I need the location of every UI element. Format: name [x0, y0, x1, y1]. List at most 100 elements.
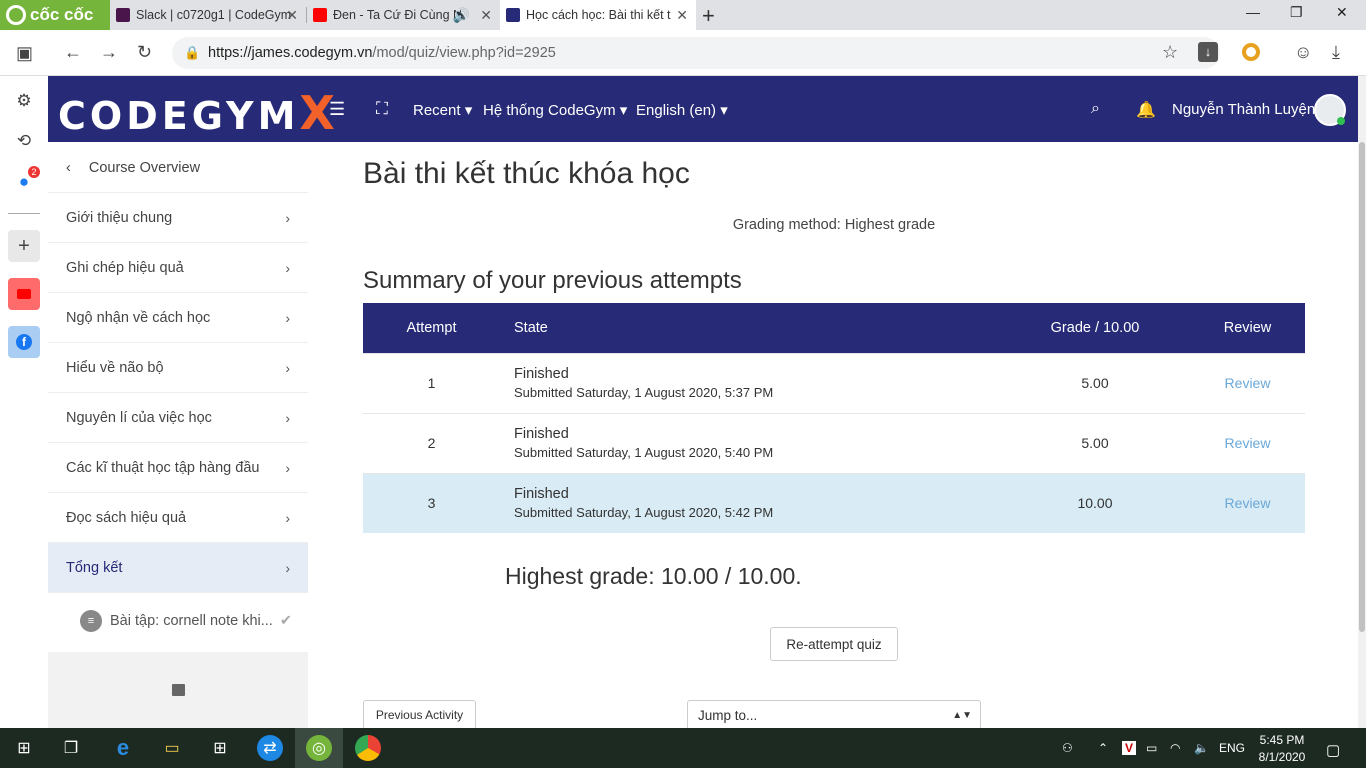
drawer-item-active[interactable]: Tổng kết › — [48, 543, 308, 593]
attempt-number: 3 — [363, 472, 500, 533]
tab-quiz[interactable]: Học cách học: Bài thi kết t ✕ — [500, 0, 696, 30]
nav-recent[interactable]: Recent ▾ — [413, 101, 472, 119]
attempts-table: Attempt State Grade / 10.00 Review 1 Fin… — [363, 303, 1305, 533]
speaker-icon[interactable]: 🔊 — [453, 7, 470, 24]
bookmark-star-icon[interactable]: ☆ — [1162, 42, 1178, 63]
tab-slack[interactable]: Slack | c0720g1 | CodeGym ✕ — [110, 0, 306, 30]
review-link[interactable]: Review — [1225, 435, 1271, 451]
jump-to-select[interactable]: Jump to... ▲▼ — [687, 700, 981, 730]
new-tab-button[interactable]: + — [702, 3, 715, 29]
review-link-cell: Review — [1190, 352, 1305, 413]
review-link-cell: Review — [1190, 472, 1305, 533]
summary-heading: Summary of your previous attempts — [363, 267, 742, 294]
attempt-state: Finished Submitted Saturday, 1 August 202… — [500, 412, 1000, 473]
course-overview-link[interactable]: ‹ Course Overview — [48, 143, 308, 193]
previous-activity-button[interactable]: Previous Activity — [363, 700, 476, 730]
url-text[interactable]: https://james.codegym.vn/mod/quiz/view.p… — [208, 45, 556, 61]
profile-icon[interactable]: ☺ — [1294, 42, 1312, 63]
history-icon[interactable]: ⟲ — [12, 129, 36, 153]
tab-title: Đen - Ta Cứ Đi Cùng N — [333, 8, 463, 22]
chevron-right-icon: › — [285, 409, 290, 426]
chevron-right-icon: › — [285, 559, 290, 576]
lock-icon[interactable]: 🔒 — [184, 45, 200, 61]
table-header-row: Attempt State Grade / 10.00 Review — [363, 303, 1305, 353]
close-icon[interactable]: ✕ — [286, 7, 298, 24]
review-link[interactable]: Review — [1225, 375, 1271, 391]
attempt-state: Finished Submitted Saturday, 1 August 202… — [500, 352, 1000, 413]
youtube-app-icon[interactable] — [8, 278, 40, 310]
scrollbar-thumb[interactable] — [1359, 142, 1365, 632]
teamviewer-icon[interactable]: ⇄ — [257, 735, 283, 761]
drawer-item[interactable]: Ghi chép hiệu quả › — [48, 243, 308, 293]
attempt-number: 1 — [363, 352, 500, 413]
col-review: Review — [1190, 303, 1305, 353]
coccoc-taskbar-icon[interactable]: ◎ — [306, 735, 332, 761]
clock[interactable]: 5:45 PM 8/1/2020 — [1256, 732, 1308, 766]
drawer-item[interactable]: Nguyên lí của việc học › — [48, 393, 308, 443]
fullscreen-icon[interactable]: ⛶ — [376, 99, 388, 119]
drawer-item[interactable]: Ngộ nhận về cách học › — [48, 293, 308, 343]
sidebar-toggle-icon[interactable]: ▣ — [16, 43, 33, 64]
settings-gear-icon[interactable]: ⚙ — [12, 89, 36, 113]
download-box-icon[interactable]: ↓ — [1198, 42, 1218, 62]
table-row: 2 Finished Submitted Saturday, 1 August 2… — [363, 412, 1305, 473]
chevron-right-icon: › — [285, 359, 290, 376]
maximize-icon[interactable]: ❐ — [1290, 4, 1303, 21]
extension-icon[interactable] — [1242, 43, 1260, 61]
forward-icon[interactable]: → — [100, 42, 118, 63]
review-link[interactable]: Review — [1225, 495, 1271, 511]
drawer-subitem[interactable]: ≡ Bài tập: cornell note khi... ✔ — [48, 596, 308, 646]
tab-youtube[interactable]: Đen - Ta Cứ Đi Cùng N 🔊 ✕ — [307, 0, 500, 30]
vietkey-icon[interactable]: V — [1122, 741, 1137, 755]
archive-icon[interactable] — [172, 684, 185, 696]
search-icon[interactable]: ⌕ — [1091, 100, 1100, 118]
nav-he-thong[interactable]: Hệ thống CodeGym ▾ — [483, 101, 627, 119]
minimize-icon[interactable]: — — [1246, 4, 1260, 20]
messenger-badge: 2 — [28, 166, 40, 178]
people-icon[interactable]: ⚇ — [1062, 741, 1073, 755]
reattempt-quiz-button[interactable]: Re-attempt quiz — [770, 627, 898, 661]
site-logo[interactable]: CODEGYMX — [58, 86, 339, 140]
chrome-icon[interactable] — [355, 735, 381, 761]
window-close-icon[interactable]: ✕ — [1336, 4, 1348, 21]
drawer-item[interactable]: Hiểu về não bộ › — [48, 343, 308, 393]
wifi-icon[interactable]: ◠ — [1170, 741, 1180, 755]
action-center-icon[interactable]: ▢ — [1326, 741, 1340, 759]
col-grade: Grade / 10.00 — [1000, 303, 1190, 353]
user-name[interactable]: Nguyễn Thành Luyện — [1172, 101, 1315, 118]
notification-bell-icon[interactable]: 🔔 — [1136, 100, 1156, 120]
volume-icon[interactable]: 🔈 — [1194, 741, 1209, 755]
store-icon[interactable]: ⊞ — [207, 735, 233, 761]
attempt-grade: 5.00 — [1000, 352, 1190, 413]
chevron-left-icon: ‹ — [66, 159, 71, 176]
attempt-state: Finished Submitted Saturday, 1 August 202… — [500, 472, 1000, 533]
battery-icon[interactable]: ▭ — [1146, 741, 1157, 755]
back-icon[interactable]: ← — [64, 42, 82, 63]
close-icon[interactable]: ✕ — [480, 7, 492, 24]
add-app-icon[interactable]: + — [8, 230, 40, 262]
facebook-app-icon[interactable]: f — [8, 326, 40, 358]
coccoc-logo[interactable]: cốc cốc — [0, 0, 110, 30]
file-explorer-icon[interactable]: ▭ — [159, 735, 185, 761]
grading-method: Grading method: Highest grade — [732, 217, 936, 233]
task-view-icon[interactable]: ❐ — [58, 735, 84, 761]
nav-language[interactable]: English (en) ▾ — [636, 101, 728, 119]
reload-icon[interactable]: ↻ — [137, 42, 152, 63]
downloads-icon[interactable]: ⤓ — [1332, 42, 1340, 63]
check-icon: ✔ — [279, 613, 292, 629]
coccoc-ring-icon — [6, 5, 26, 25]
chevron-right-icon: › — [285, 209, 290, 226]
hamburger-menu-icon[interactable]: ☰ — [329, 99, 345, 120]
youtube-icon — [313, 8, 327, 22]
divider — [8, 213, 40, 214]
online-status-dot — [1337, 117, 1345, 125]
tray-chevron-icon[interactable]: ⌃ — [1098, 741, 1108, 755]
windows-start-icon[interactable]: ⊞ — [11, 735, 37, 761]
scrollbar[interactable] — [1358, 76, 1366, 728]
close-icon[interactable]: ✕ — [676, 7, 688, 24]
drawer-item[interactable]: Giới thiệu chung › — [48, 193, 308, 243]
input-language[interactable]: ENG — [1219, 741, 1245, 755]
drawer-item[interactable]: Đọc sách hiệu quả › — [48, 493, 308, 543]
drawer-item[interactable]: Các kĩ thuật học tập hàng đầu › — [48, 443, 308, 493]
edge-icon[interactable]: e — [110, 735, 136, 761]
